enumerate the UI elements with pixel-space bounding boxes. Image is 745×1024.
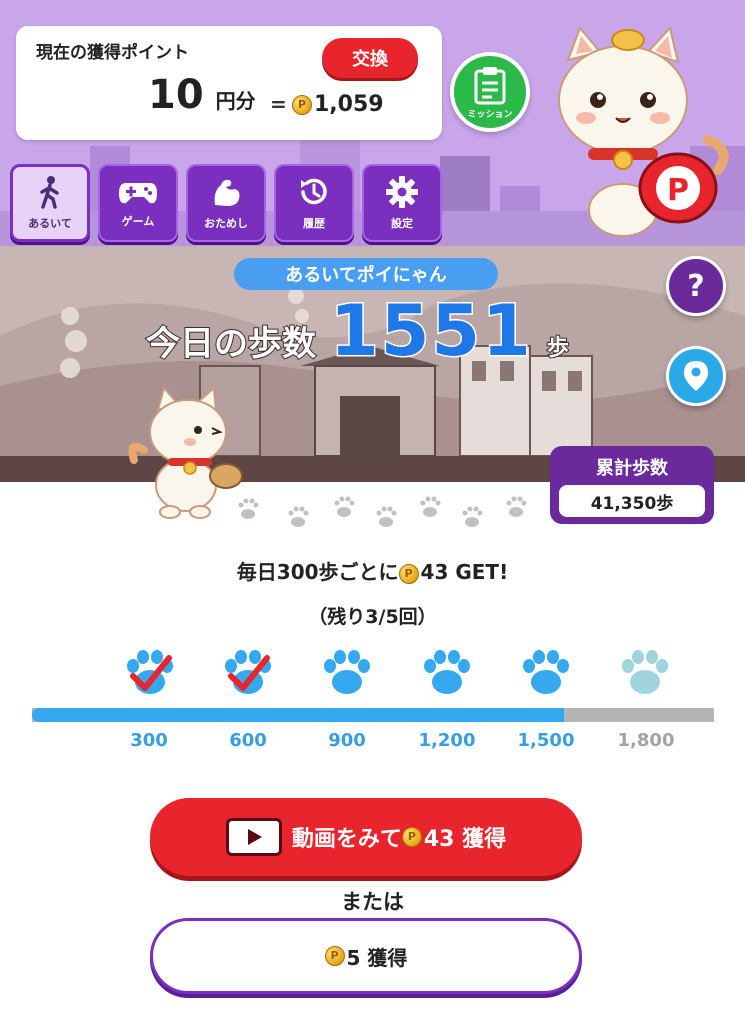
nav-item-game[interactable]: ゲーム	[98, 164, 178, 242]
steps-value: 1551	[329, 289, 533, 374]
scene-title-badge: あるいてポイにゃん	[234, 258, 498, 290]
watch-video-prefix: 動画をみて	[291, 827, 402, 852]
flexed-arm-icon	[214, 179, 240, 206]
coin-icon: P	[292, 94, 312, 115]
nav-label: あるいて	[28, 217, 72, 230]
mascot-badge-text: P	[667, 173, 689, 208]
steps-label: 今日の歩数	[145, 323, 317, 365]
nav-label: おためし	[204, 217, 248, 230]
yen-unit: 円分	[215, 89, 256, 113]
cat-mascot-illustration: P	[558, 25, 729, 237]
steps-unit: 歩	[546, 335, 570, 362]
clipboard-icon	[474, 66, 506, 104]
milestone-label: 1,500	[517, 730, 575, 751]
nav-item-walk[interactable]: あるいて	[10, 164, 90, 242]
coin-icon: P	[324, 946, 345, 966]
points-yen: 10 円分	[148, 72, 256, 118]
get5-label: 5 獲得	[346, 945, 408, 970]
milestone-label: 1,200	[418, 730, 476, 751]
watch-video-suffix: 43 獲得	[423, 827, 507, 852]
mission-button[interactable]: ミッション	[450, 52, 530, 132]
paw-icon	[523, 650, 569, 694]
milestone-label: 900	[328, 730, 366, 751]
paw-icon	[324, 650, 370, 694]
paw-locked-icon	[622, 650, 668, 694]
steps-progress-fill	[32, 708, 564, 722]
gear-icon	[386, 176, 418, 208]
remaining-count: （残り3/5回）	[308, 606, 437, 628]
milestone-label: 300	[130, 730, 168, 751]
total-steps-label: 累計歩数	[596, 458, 668, 479]
coin-balance: P 1,059	[292, 92, 384, 117]
nav-label: 履歴	[303, 217, 325, 230]
app-header: 現在の獲得ポイント 交換 10 円分 = P 1,059 ミッション P あるい…	[0, 0, 745, 246]
coin-icon: P	[401, 827, 422, 847]
milestone-label: 1,800	[617, 730, 675, 751]
total-steps-box: 累計歩数 41,350歩	[550, 446, 714, 524]
nav-item-trial[interactable]: おためし	[186, 164, 266, 242]
paw-trail-decoration	[238, 496, 527, 527]
walking-person-icon	[40, 176, 59, 209]
or-divider-text: または	[341, 890, 404, 914]
steps-progress-bar	[32, 708, 714, 722]
milestone-label: 600	[229, 730, 267, 751]
video-play-icon	[225, 818, 282, 856]
nav-label: 設定	[391, 217, 413, 230]
reward-description: 毎日300歩ごとに P 43 GET!	[0, 556, 745, 585]
points-title: 現在の獲得ポイント	[36, 43, 189, 63]
reward-amount: 43 GET!	[420, 560, 509, 584]
nav-label: ゲーム	[121, 215, 155, 228]
nav-item-history[interactable]: 履歴	[274, 164, 354, 242]
today-steps: 今日の歩数 1551 歩	[145, 289, 570, 374]
nav-item-settings[interactable]: 設定	[362, 164, 442, 242]
points-card: 現在の獲得ポイント 交換 10 円分 = P 1,059	[16, 26, 442, 140]
get-5-points-button[interactable]: P5 獲得	[150, 918, 582, 994]
paw-checked-icon	[127, 650, 173, 694]
paw-checked-icon	[225, 650, 271, 694]
map-pin-icon	[684, 361, 708, 391]
location-button[interactable]	[666, 346, 726, 406]
coin-icon: P	[398, 563, 419, 584]
mission-label: ミッション	[467, 109, 513, 120]
history-clock-icon	[301, 178, 327, 205]
total-steps-value: 41,350歩	[559, 485, 705, 517]
paw-icon	[424, 650, 470, 694]
help-button[interactable]: ?	[666, 256, 726, 316]
exchange-button[interactable]: 交換	[322, 38, 418, 78]
equals-sign: =	[270, 92, 287, 116]
main-nav: あるいて ゲーム おためし 履歴 設定	[10, 164, 442, 242]
coin-value: 1,059	[314, 92, 384, 117]
reward-prefix: 毎日300歩ごとに	[236, 560, 399, 584]
yen-value: 10	[148, 72, 204, 118]
gamepad-icon	[119, 183, 157, 204]
watch-video-button[interactable]: 動画をみて P 43 獲得	[150, 798, 582, 876]
